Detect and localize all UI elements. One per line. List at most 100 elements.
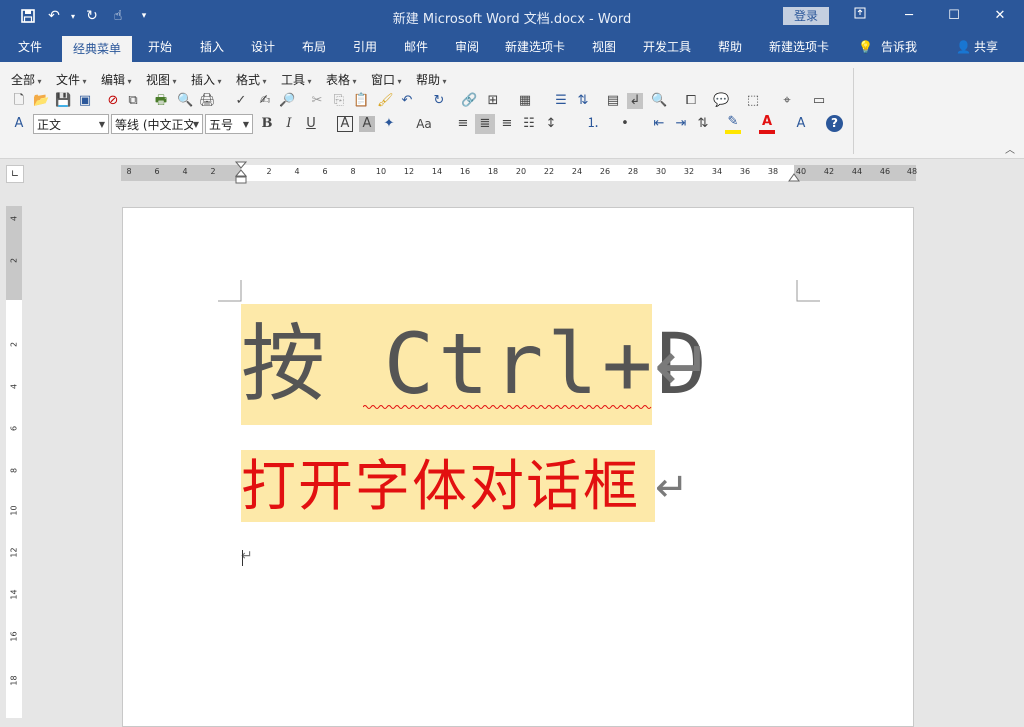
font-color-icon[interactable]: A: [759, 114, 775, 134]
highlight-icon[interactable]: ✎: [725, 114, 741, 134]
touch-mode-icon[interactable]: ☝: [108, 6, 128, 26]
tab-mailings[interactable]: 邮件: [404, 33, 428, 62]
open-folder-icon[interactable]: 📂: [33, 93, 49, 109]
undo-icon[interactable]: ↶: [399, 93, 415, 109]
font-dropdown[interactable]: 等线 (中文正文 ▼: [111, 114, 203, 134]
print-preview-icon[interactable]: 🔍: [177, 93, 193, 109]
login-button[interactable]: 登录: [783, 7, 829, 25]
increase-indent-icon[interactable]: ⇥: [673, 116, 689, 132]
font-size-dropdown[interactable]: 五号 ▼: [205, 114, 253, 134]
menu-view[interactable]: 视图: [146, 71, 177, 88]
menu-help[interactable]: 帮助: [416, 71, 447, 88]
tab-help[interactable]: 帮助: [718, 33, 742, 62]
format-painter-icon[interactable]: 🖌: [377, 93, 394, 109]
tab-layout[interactable]: 布局: [302, 33, 326, 62]
tab-new-tab-2[interactable]: 新建选项卡: [769, 33, 829, 62]
style-dropdown[interactable]: 正文 ▼: [33, 114, 109, 134]
align-right-icon[interactable]: ≡: [499, 116, 515, 132]
redo-icon[interactable]: ↻: [82, 6, 102, 26]
redo-icon[interactable]: ↻: [431, 93, 447, 109]
menu-edit[interactable]: 编辑: [101, 71, 132, 88]
bold-button[interactable]: B: [259, 116, 275, 132]
permission-icon[interactable]: ⧉: [125, 93, 141, 109]
spelling-icon[interactable]: ✓: [233, 93, 249, 109]
text-effects-icon[interactable]: ✦: [381, 116, 397, 132]
decrease-indent-icon[interactable]: ⇤: [651, 116, 667, 132]
cut-icon[interactable]: ✂: [309, 93, 325, 109]
character-shading-button[interactable]: A: [359, 116, 375, 132]
ribbon-display-options-icon[interactable]: [848, 5, 872, 27]
tab-insert[interactable]: 插入: [200, 33, 224, 62]
menu-window[interactable]: 窗口: [371, 71, 402, 88]
tab-selector[interactable]: ∟: [6, 165, 24, 183]
new-document-icon[interactable]: 🗋: [11, 93, 27, 109]
tab-references[interactable]: 引用: [353, 33, 377, 62]
undo-icon[interactable]: ↶: [44, 6, 64, 26]
menu-tools[interactable]: 工具: [281, 71, 312, 88]
save-as-icon[interactable]: ▣: [77, 93, 93, 109]
underline-button[interactable]: U: [303, 116, 319, 132]
menu-all[interactable]: 全部: [11, 71, 42, 88]
menu-table[interactable]: 表格: [326, 71, 357, 88]
italic-button[interactable]: I: [281, 116, 297, 132]
tab-view[interactable]: 视图: [592, 33, 616, 62]
minimize-icon[interactable]: ─: [897, 5, 921, 27]
tab-review[interactable]: 审阅: [455, 33, 479, 62]
print-icon[interactable]: 🖶: [153, 93, 169, 109]
document-line-2[interactable]: 打开字体对话框: [241, 450, 655, 522]
menu-format[interactable]: 格式: [236, 71, 267, 88]
change-case-button[interactable]: Aa: [413, 116, 435, 132]
horizontal-ruler[interactable]: 8 6 4 2 2 4 6 8 10 12 14 16 18 20 22 24 …: [121, 161, 917, 184]
tab-classic-menu[interactable]: 经典菜单: [62, 36, 133, 62]
document-map-icon[interactable]: ▤: [605, 93, 621, 109]
research-icon[interactable]: 🔎: [279, 93, 295, 109]
collapse-ribbon-icon[interactable]: ︿: [1005, 141, 1015, 156]
styles-pane-icon[interactable]: A: [793, 116, 809, 132]
sort-icon[interactable]: ⇅: [695, 116, 711, 132]
right-indent-marker-icon[interactable]: [788, 171, 800, 183]
undo-dropdown-icon[interactable]: ▾: [70, 6, 76, 26]
vertical-ruler[interactable]: 4 2 2 4 6 8 10 12 14 16 18: [6, 206, 22, 718]
text-direction-icon[interactable]: ⇅: [575, 93, 591, 109]
grammar-icon[interactable]: ✍: [257, 93, 273, 109]
line-spacing-icon[interactable]: ↕: [543, 116, 559, 132]
tell-me-search[interactable]: 💡 告诉我: [858, 33, 917, 62]
tab-developer[interactable]: 开发工具: [643, 33, 691, 62]
align-left-icon[interactable]: ≡: [455, 116, 471, 132]
insert-table-icon[interactable]: ▦: [517, 93, 533, 109]
share-button[interactable]: 👤 共享: [956, 33, 998, 62]
character-border-button[interactable]: A: [337, 116, 353, 132]
bullets-icon[interactable]: •: [617, 116, 633, 132]
columns-icon[interactable]: ☰: [553, 93, 569, 109]
borders-icon[interactable]: ⊞: [485, 93, 501, 109]
justify-icon[interactable]: ≣: [475, 114, 495, 134]
tab-home[interactable]: 开始: [148, 33, 172, 62]
menu-file[interactable]: 文件: [56, 71, 87, 88]
select-icon[interactable]: ⌖: [779, 93, 795, 109]
tab-new-tab-1[interactable]: 新建选项卡: [505, 33, 565, 62]
save-icon[interactable]: 💾: [55, 93, 71, 109]
find-icon[interactable]: 🔍: [651, 93, 667, 109]
comment-icon[interactable]: 💬: [713, 93, 729, 109]
numbering-icon[interactable]: ⒈: [585, 116, 601, 132]
menu-insert[interactable]: 插入: [191, 71, 222, 88]
customize-qat-icon[interactable]: ▾: [134, 6, 154, 26]
save-icon[interactable]: [18, 6, 38, 26]
shapes-icon[interactable]: ⬚: [745, 93, 761, 109]
hyperlink-icon[interactable]: 🔗: [461, 93, 477, 109]
show-formatting-marks-icon[interactable]: ↲: [627, 93, 643, 109]
page-view-icon[interactable]: ⧠: [683, 93, 699, 109]
close-icon[interactable]: ✕: [988, 5, 1012, 27]
paste-icon[interactable]: 📋: [353, 93, 369, 109]
maximize-icon[interactable]: ☐: [942, 5, 966, 27]
more-options-icon[interactable]: ▭: [811, 93, 827, 109]
tab-design[interactable]: 设计: [251, 33, 275, 62]
close-document-icon[interactable]: ⊘: [105, 93, 121, 109]
help-icon[interactable]: ?: [826, 115, 843, 132]
styles-icon[interactable]: A: [11, 116, 27, 132]
print-options-icon[interactable]: 🖨: [199, 93, 216, 109]
tab-file[interactable]: 文件: [18, 33, 42, 62]
distributed-icon[interactable]: ☷: [521, 116, 537, 132]
copy-icon[interactable]: ⎘: [331, 93, 347, 109]
indent-markers-icon[interactable]: [235, 161, 247, 187]
